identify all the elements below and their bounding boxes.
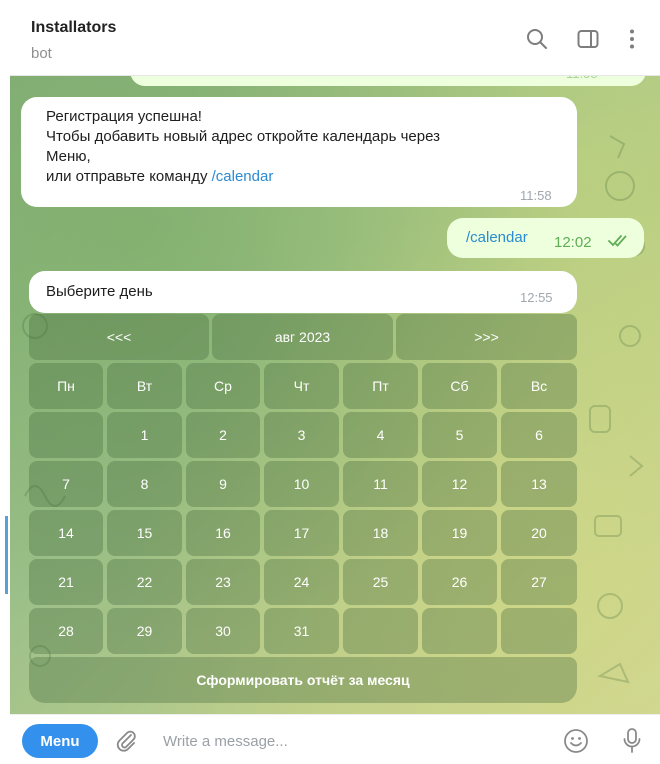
calendar-day[interactable]: 10 [264,461,339,507]
weekday-label[interactable]: Пн [29,363,103,409]
chat-area[interactable]: 11:58 Регистрация успешна! Чтобы добавит… [10,76,660,714]
calendar-day[interactable]: 11 [343,461,418,507]
chat-header: Installators bot [10,0,660,76]
calendar-next-button[interactable]: >>> [396,314,577,360]
weekday-label[interactable]: Пт [343,363,418,409]
calendar-day-empty[interactable] [343,608,418,654]
message-line: Чтобы добавить новый адрес откройте кале… [46,128,440,145]
double-check-icon [608,235,627,247]
calendar-day[interactable]: 24 [264,559,339,605]
calendar-day[interactable]: 20 [501,510,577,556]
calendar-day[interactable]: 16 [186,510,260,556]
calendar-prev-button[interactable]: <<< [29,314,209,360]
microphone-icon[interactable] [622,727,642,755]
monthly-report-button[interactable]: Сформировать отчёт за месяц [29,657,577,703]
more-vertical-icon[interactable] [621,28,643,50]
calendar-day[interactable]: 12 [422,461,497,507]
calendar-day[interactable]: 17 [264,510,339,556]
calendar-day[interactable]: 9 [186,461,260,507]
message-time: 11:58 [520,188,552,203]
calendar-day[interactable]: 28 [29,608,103,654]
emoji-icon[interactable] [563,728,589,754]
calendar-day[interactable]: 23 [186,559,260,605]
message-choose-day[interactable]: Выберите день 12:55 [29,271,577,313]
calendar-day[interactable]: 19 [422,510,497,556]
message-composer: Menu Write a message... [10,714,660,764]
calendar-day[interactable]: 2 [186,412,260,458]
outgoing-command[interactable]: /calendar [466,228,528,248]
calendar-day[interactable]: 5 [422,412,497,458]
calendar-day-empty[interactable] [422,608,497,654]
calendar-day[interactable]: 7 [29,461,103,507]
calendar-day[interactable]: 26 [422,559,497,605]
weekday-label[interactable]: Чт [264,363,339,409]
paperclip-icon[interactable] [114,729,138,753]
calendar-day[interactable]: 3 [264,412,339,458]
message-registration[interactable]: Регистрация успешна! Чтобы добавить новы… [21,97,577,207]
message-input[interactable]: Write a message... [163,733,288,750]
calendar-command-link[interactable]: /calendar [212,168,274,185]
chat-title[interactable]: Installators [31,19,116,37]
calendar-day[interactable]: 6 [501,412,577,458]
chat-subtitle: bot [31,45,52,62]
weekday-label[interactable]: Ср [186,363,260,409]
calendar-day[interactable]: 22 [107,559,182,605]
calendar-day[interactable]: 29 [107,608,182,654]
sidebar-toggle-icon[interactable] [577,28,599,50]
calendar-day[interactable]: 25 [343,559,418,605]
search-icon[interactable] [526,28,548,50]
previous-outgoing-bubble: 11:58 [130,76,646,86]
weekday-label[interactable]: Сб [422,363,497,409]
calendar-day[interactable]: 8 [107,461,182,507]
calendar-day[interactable]: 14 [29,510,103,556]
previous-message-time: 11:58 [566,76,598,84]
calendar-day[interactable]: 31 [264,608,339,654]
calendar-day[interactable]: 15 [107,510,182,556]
message-time: 12:55 [520,290,553,305]
calendar-day[interactable]: 1 [107,412,182,458]
bot-menu-button[interactable]: Menu [22,724,98,758]
calendar-day[interactable]: 30 [186,608,260,654]
weekday-label[interactable]: Вт [107,363,182,409]
calendar-day[interactable]: 13 [501,461,577,507]
message-line-prefix: или отправьте команду [46,168,212,185]
message-text: Регистрация успешна! Чтобы добавить новы… [46,107,440,187]
calendar-month-button[interactable]: авг 2023 [212,314,393,360]
scroll-indicator [5,516,8,594]
calendar-day-empty[interactable] [501,608,577,654]
message-line: Регистрация успешна! [46,108,202,125]
calendar-day-empty[interactable] [29,412,103,458]
calendar-day[interactable]: 4 [343,412,418,458]
message-outgoing-calendar[interactable]: /calendar 12:02 [447,218,644,258]
message-time: 12:02 [554,234,592,251]
weekday-label[interactable]: Вс [501,363,577,409]
message-line: Меню, [46,148,91,165]
calendar-day[interactable]: 18 [343,510,418,556]
calendar-day[interactable]: 21 [29,559,103,605]
calendar-day[interactable]: 27 [501,559,577,605]
message-text: Выберите день [46,283,153,300]
message-line: или отправьте команду /calendar [46,167,440,187]
